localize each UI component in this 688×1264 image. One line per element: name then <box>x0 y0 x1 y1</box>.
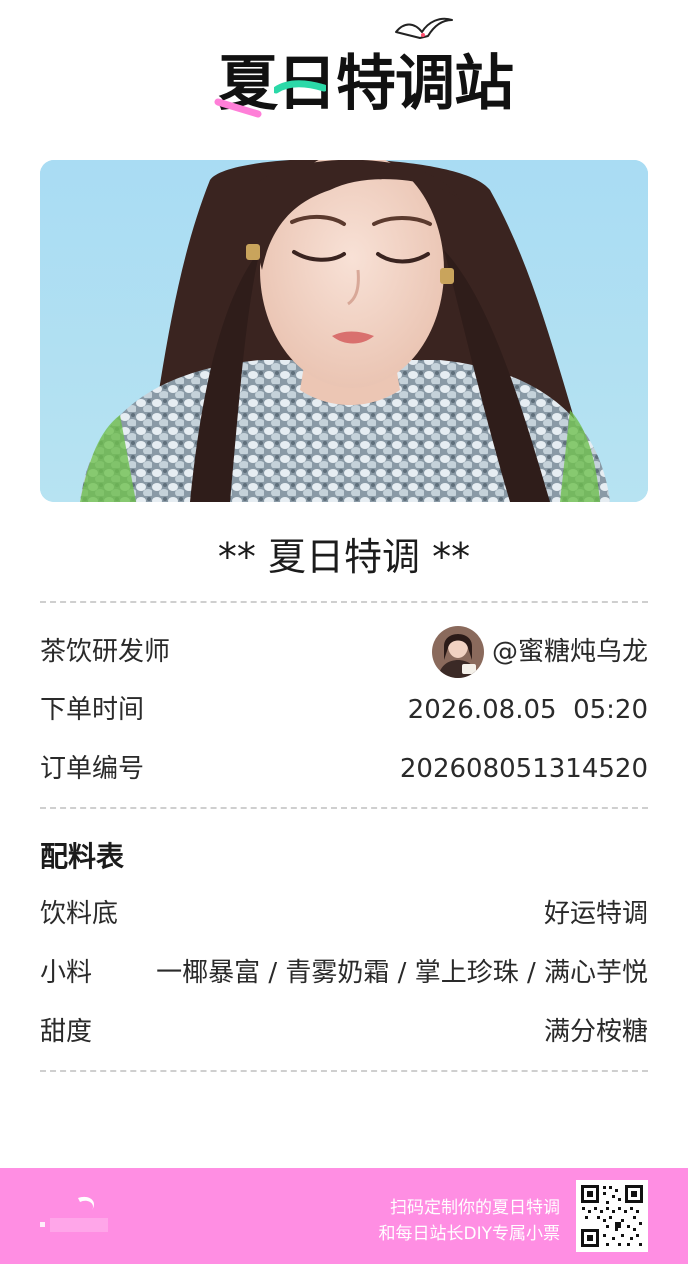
tea-developer-name[interactable]: @蜜糖炖乌龙 <box>492 632 648 672</box>
dashed-divider <box>40 807 648 809</box>
footer-banner: 扫码定制你的夏日特调 和每日站长DIY专属小票 <box>0 1168 688 1264</box>
drink-base-value: 好运特调 <box>543 899 648 929</box>
portrait-photo <box>40 160 648 502</box>
drink-base-label: 饮料底 <box>40 899 119 929</box>
logo-accent-green <box>274 80 326 94</box>
brand-logo: 夏日特调站 <box>214 14 514 124</box>
receipt-title: ** 夏日特调 ** <box>217 535 471 579</box>
footer-line-1: 扫码定制你的夏日特调 <box>390 1198 560 1218</box>
tea-developer-label: 茶饮研发师 <box>40 637 171 667</box>
order-time-label: 下单时间 <box>40 695 145 725</box>
footer-logo-icon <box>40 1196 108 1232</box>
toppings-row: 小料 一椰暴富 / 青雾奶霜 / 掌上珍珠 / 满心芋悦 <box>40 953 648 993</box>
order-time-value: 2026.08.05 05:20 <box>407 695 648 725</box>
order-time-row: 下单时间 2026.08.05 05:20 <box>40 690 648 730</box>
order-number-row: 订单编号 202608051314520 <box>40 749 648 789</box>
dashed-divider <box>40 1070 648 1072</box>
sweetness-row: 甜度 满分桉糖 <box>40 1012 648 1052</box>
sweetness-label: 甜度 <box>40 1017 93 1047</box>
logo-accent-pink <box>214 98 262 118</box>
order-number-label: 订单编号 <box>40 754 145 784</box>
dashed-divider <box>40 601 648 603</box>
logo-text: 夏日特调站 <box>218 49 514 119</box>
seagull-icon <box>395 17 453 39</box>
ingredients-title: 配料表 <box>40 840 125 873</box>
tea-developer-value[interactable]: @蜜糖炖乌龙 <box>431 626 648 678</box>
qr-code-icon[interactable] <box>576 1180 648 1252</box>
sweetness-value: 满分桉糖 <box>543 1017 648 1047</box>
toppings-label: 小料 <box>40 958 93 988</box>
toppings-value: 一椰暴富 / 青雾奶霜 / 掌上珍珠 / 满心芋悦 <box>156 958 648 988</box>
footer-promo-text: 扫码定制你的夏日特调 和每日站长DIY专属小票 <box>379 1195 561 1247</box>
drink-base-row: 饮料底 好运特调 <box>40 894 648 934</box>
avatar[interactable] <box>431 626 484 678</box>
tea-developer-row: 茶饮研发师 @蜜糖炖乌龙 <box>40 626 648 678</box>
order-number-value: 202608051314520 <box>399 754 648 784</box>
footer-line-2: 和每日站长DIY专属小票 <box>378 1224 561 1244</box>
